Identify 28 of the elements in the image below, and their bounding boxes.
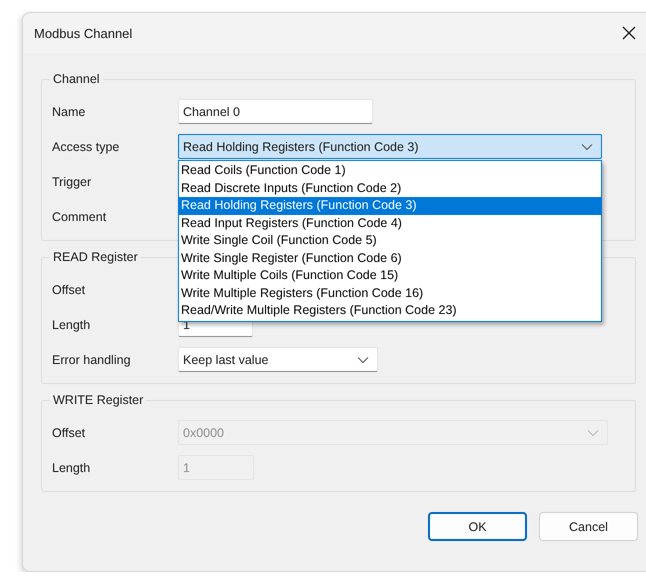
group-label: WRITE Register — [50, 392, 146, 408]
field-label: Length — [52, 318, 92, 332]
dialog-button[interactable]: OK — [428, 512, 527, 541]
field-label: Access type — [52, 140, 120, 154]
chevron-down-icon — [581, 142, 593, 150]
field-label: Name — [52, 104, 86, 118]
field-label: Offset — [52, 426, 86, 440]
field-label: Trigger — [52, 174, 92, 188]
dropdown-option[interactable]: Read Holding Registers (Function Code 3) — [179, 197, 601, 214]
field-label: Error handling — [52, 352, 132, 366]
field-label: Length — [52, 460, 92, 474]
dropdown-option[interactable]: Write Single Register (Function Code 6) — [179, 250, 601, 267]
dropdown-option[interactable]: Write Single Coil (Function Code 5) — [179, 232, 601, 250]
window-title: Modbus Channel — [34, 26, 132, 40]
group-label: READ Register — [50, 249, 141, 265]
field-label: Comment — [52, 210, 108, 224]
dropdown-option[interactable]: Read Coils (Function Code 1) — [179, 162, 601, 180]
dropdown-option[interactable]: Write Multiple Registers (Function Code 16) — [179, 284, 601, 302]
dialog-button[interactable]: Cancel — [539, 512, 638, 541]
field-label: Offset — [52, 282, 86, 296]
close-icon[interactable] — [622, 26, 636, 40]
dropdown-field[interactable]: Keep last value — [178, 347, 378, 372]
text-field[interactable]: Channel 0 — [178, 99, 373, 124]
dropdown-option[interactable]: Read Discrete Inputs (Function Code 2) — [179, 180, 601, 197]
dropdown-option[interactable]: Write Multiple Coils (Function Code 15) — [179, 267, 601, 284]
dropdown-option[interactable]: Read Input Registers (Function Code 4) — [179, 214, 601, 232]
chevron-down-icon — [357, 356, 369, 364]
chevron-down-icon — [587, 428, 599, 436]
